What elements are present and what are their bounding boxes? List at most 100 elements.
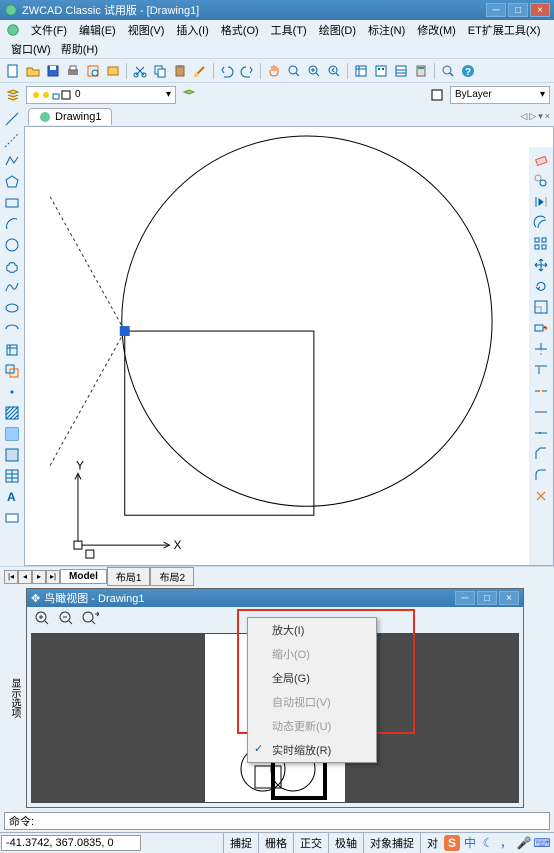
- tab-first-button[interactable]: |◂: [4, 570, 18, 584]
- zoom-extents-button[interactable]: [439, 62, 457, 80]
- print-preview-button[interactable]: [84, 62, 102, 80]
- circle-tool[interactable]: [3, 236, 21, 254]
- spline-tool[interactable]: [3, 278, 21, 296]
- trim-tool[interactable]: [532, 340, 550, 358]
- explode-tool[interactable]: [532, 487, 550, 505]
- print-button[interactable]: [64, 62, 82, 80]
- ime-zhong-icon[interactable]: 中: [462, 835, 478, 851]
- ctx-zoom-out[interactable]: 缩小(O): [248, 642, 376, 666]
- fillet-tool[interactable]: [532, 466, 550, 484]
- tab-nav-close[interactable]: ×: [545, 111, 550, 122]
- rectangle-tool[interactable]: [3, 194, 21, 212]
- tab-nav-prev[interactable]: ◁: [520, 111, 527, 122]
- otrack-toggle[interactable]: 对: [420, 833, 444, 853]
- color-button[interactable]: [428, 86, 446, 104]
- mtext-tool[interactable]: A: [3, 488, 21, 506]
- copy-tool[interactable]: [532, 172, 550, 190]
- menu-et[interactable]: ET扩展工具(X): [463, 20, 546, 40]
- polyline-tool[interactable]: [3, 152, 21, 170]
- layout2-tab[interactable]: 布局2: [150, 567, 194, 586]
- ime-comma-icon[interactable]: ，: [498, 835, 514, 851]
- point-tool[interactable]: [3, 383, 21, 401]
- ime-moon-icon[interactable]: ☾: [480, 835, 496, 851]
- drawing-canvas[interactable]: X Y: [24, 126, 554, 566]
- layer-manager-button[interactable]: [4, 86, 22, 104]
- offset-tool[interactable]: [532, 214, 550, 232]
- table-tool[interactable]: [3, 467, 21, 485]
- ortho-toggle[interactable]: 正交: [293, 833, 328, 853]
- osnap-toggle[interactable]: 对象捕捉: [363, 833, 420, 853]
- aerial-minimize-button[interactable]: ─: [455, 591, 475, 605]
- document-tab[interactable]: Drawing1: [28, 108, 112, 125]
- menu-help[interactable]: 帮助(H): [56, 39, 103, 59]
- menu-draw[interactable]: 绘图(D): [314, 20, 361, 40]
- insert-block-tool[interactable]: [3, 341, 21, 359]
- menu-insert[interactable]: 插入(I): [171, 20, 213, 40]
- ctx-realtime-zoom[interactable]: ✓ 实时缩放(R): [248, 738, 376, 762]
- tab-next-button[interactable]: ▸: [32, 570, 46, 584]
- close-button[interactable]: ×: [530, 3, 550, 17]
- redo-button[interactable]: [238, 62, 256, 80]
- aerial-maximize-button[interactable]: □: [477, 591, 497, 605]
- undo-button[interactable]: [218, 62, 236, 80]
- menu-format[interactable]: 格式(O): [216, 20, 264, 40]
- move-tool[interactable]: [532, 256, 550, 274]
- menu-tools[interactable]: 工具(T): [266, 20, 312, 40]
- ime-keyboard-icon[interactable]: ⌨: [534, 835, 550, 851]
- xline-tool[interactable]: [3, 131, 21, 149]
- region-tool[interactable]: [3, 446, 21, 464]
- ctx-dynamic-update[interactable]: 动态更新(U): [248, 714, 376, 738]
- menu-window[interactable]: 窗口(W): [6, 39, 56, 59]
- menu-view[interactable]: 视图(V): [123, 20, 170, 40]
- aerial-close-button[interactable]: ×: [499, 591, 519, 605]
- revcloud-tool[interactable]: [3, 257, 21, 275]
- minimize-button[interactable]: ─: [486, 3, 506, 17]
- properties-button[interactable]: [352, 62, 370, 80]
- ellipse-tool[interactable]: [3, 299, 21, 317]
- new-button[interactable]: [4, 62, 22, 80]
- copy-button[interactable]: [151, 62, 169, 80]
- bylayer-combo[interactable]: ByLayer ▾: [450, 86, 550, 104]
- publish-button[interactable]: [104, 62, 122, 80]
- ctx-auto-viewport[interactable]: 自动视口(V): [248, 690, 376, 714]
- break-tool[interactable]: [532, 382, 550, 400]
- snap-toggle[interactable]: 捕捉: [223, 833, 258, 853]
- break-point-tool[interactable]: [532, 403, 550, 421]
- model-tab[interactable]: Model: [60, 569, 107, 584]
- tool-palette-button[interactable]: [392, 62, 410, 80]
- chamfer-tool[interactable]: [532, 445, 550, 463]
- layer-prev-button[interactable]: [180, 86, 198, 104]
- rotate-tool[interactable]: [532, 277, 550, 295]
- ime-s-icon[interactable]: S: [444, 835, 460, 851]
- menu-dimension[interactable]: 标注(N): [363, 20, 410, 40]
- ime-mic-icon[interactable]: 🎤: [516, 835, 532, 851]
- aerial-global-button[interactable]: [81, 609, 99, 627]
- zoom-realtime-button[interactable]: [285, 62, 303, 80]
- join-tool[interactable]: [532, 424, 550, 442]
- zoom-prev-button[interactable]: [325, 62, 343, 80]
- tab-nav-list[interactable]: ▾: [538, 111, 543, 122]
- maximize-button[interactable]: □: [508, 3, 528, 17]
- hatch-tool[interactable]: [3, 404, 21, 422]
- calc-button[interactable]: [412, 62, 430, 80]
- erase-tool[interactable]: [532, 151, 550, 169]
- aerial-zoom-out-button[interactable]: [57, 609, 75, 627]
- make-block-tool[interactable]: [3, 362, 21, 380]
- tab-last-button[interactable]: ▸|: [46, 570, 60, 584]
- wipeout-tool[interactable]: [3, 509, 21, 527]
- scale-tool[interactable]: [532, 298, 550, 316]
- ctx-zoom-in[interactable]: 放大(I): [248, 618, 376, 642]
- pan-button[interactable]: [265, 62, 283, 80]
- layer-combo[interactable]: 0 ▾: [26, 86, 176, 104]
- arc-tool[interactable]: [3, 215, 21, 233]
- grid-toggle[interactable]: 栅格: [258, 833, 293, 853]
- polar-toggle[interactable]: 极轴: [328, 833, 363, 853]
- cut-button[interactable]: [131, 62, 149, 80]
- mirror-tool[interactable]: [532, 193, 550, 211]
- paste-button[interactable]: [171, 62, 189, 80]
- open-button[interactable]: [24, 62, 42, 80]
- array-tool[interactable]: [532, 235, 550, 253]
- stretch-tool[interactable]: [532, 319, 550, 337]
- menu-modify[interactable]: 修改(M): [412, 20, 461, 40]
- tab-prev-button[interactable]: ◂: [18, 570, 32, 584]
